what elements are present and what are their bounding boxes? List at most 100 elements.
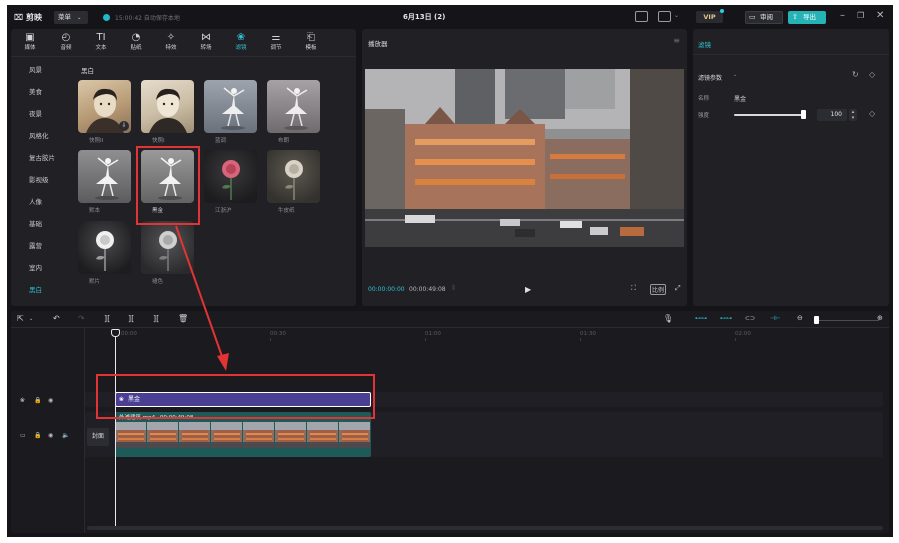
- filter-thumbnail[interactable]: [204, 80, 257, 133]
- preview-axis-icon[interactable]: ⊣⊢: [770, 315, 780, 322]
- expand-icon[interactable]: ⤢: [675, 284, 681, 293]
- fullscreen-fit-icon[interactable]: ⛶: [631, 284, 636, 293]
- trash-icon[interactable]: 🗑: [178, 314, 188, 323]
- filter-label: 快照I: [152, 138, 165, 144]
- download-icon[interactable]: ⇩: [119, 121, 129, 131]
- layout-icon[interactable]: [658, 11, 671, 22]
- tab-transition[interactable]: ⋈ 转场: [189, 32, 223, 56]
- category-item[interactable]: 基础: [29, 218, 42, 228]
- category-item[interactable]: 复古胶片: [29, 152, 55, 162]
- aspect-ratio-button[interactable]: 比例: [650, 284, 667, 295]
- vip-badge[interactable]: VIP: [696, 11, 723, 23]
- eye-icon[interactable]: ◉: [48, 397, 53, 404]
- waveform-icon[interactable]: ⦀: [452, 284, 455, 293]
- lock-icon[interactable]: 🔒: [34, 432, 41, 439]
- filter-thumbnail[interactable]: [78, 150, 131, 203]
- cover-button[interactable]: 封面: [87, 428, 109, 446]
- link-icon[interactable]: ⊂⊃: [745, 315, 755, 322]
- close-icon[interactable]: ✕: [876, 10, 884, 21]
- intensity-stepper[interactable]: ▴ ▾: [849, 109, 857, 121]
- magnet-icon[interactable]: ⊷⊶: [720, 315, 732, 322]
- filter-thumbnail[interactable]: [78, 221, 131, 274]
- tab-adjust[interactable]: ⚌ 调节: [259, 32, 293, 56]
- total-time: 00:00:49:08: [409, 286, 446, 293]
- template-icon: ⎗: [307, 32, 315, 43]
- app-window: ⌧ 剪映 菜单 ⌄ 15:00:42 自动保存本地 6月13日 (2) ⌄ VI…: [7, 5, 893, 537]
- zoom-out-icon[interactable]: ⊖: [797, 314, 803, 322]
- export-button[interactable]: ⇧ 导出: [788, 11, 826, 24]
- filter-thumbnail[interactable]: [267, 150, 320, 203]
- filter-section-title: 黑白: [81, 67, 94, 75]
- tab-sticker[interactable]: ◔ 贴纸: [119, 32, 153, 56]
- project-title[interactable]: 6月13日 (2): [403, 12, 445, 22]
- chevron-down-icon[interactable]: ⌄: [733, 72, 737, 78]
- app-name: 剪映: [26, 13, 43, 22]
- category-item[interactable]: 室内: [29, 262, 42, 272]
- filter-name-value: 黑金: [734, 96, 747, 103]
- tab-label: 调节: [270, 45, 282, 51]
- category-item[interactable]: 夜景: [29, 108, 42, 118]
- redo-icon[interactable]: ↷: [78, 314, 85, 323]
- eye-icon[interactable]: ◉: [48, 432, 53, 439]
- intensity-slider-handle[interactable]: [801, 110, 806, 119]
- review-icon: ▭: [749, 13, 756, 21]
- filter-thumbnail[interactable]: [204, 150, 257, 203]
- tab-template[interactable]: ⎗ 模板: [294, 32, 328, 56]
- intensity-input[interactable]: 100: [817, 109, 847, 121]
- keyboard-icon[interactable]: [635, 11, 648, 22]
- keyframe-icon[interactable]: ◇: [869, 70, 875, 79]
- tab-media[interactable]: ▣ 媒体: [13, 32, 47, 56]
- reset-icon[interactable]: ↻: [852, 70, 859, 79]
- keyframe-icon[interactable]: ◇: [869, 109, 875, 118]
- video-clip-thumbnails: [115, 422, 371, 448]
- track-header-column: [11, 328, 85, 533]
- play-icon[interactable]: ▶: [525, 285, 531, 294]
- split-icon[interactable]: ][: [104, 314, 110, 323]
- delete-right-icon[interactable]: ][: [153, 314, 159, 323]
- chevron-down-icon[interactable]: ⌄: [29, 316, 33, 322]
- tab-filter-properties[interactable]: 滤镜: [698, 39, 711, 49]
- category-item[interactable]: 人像: [29, 196, 42, 206]
- filter-thumbnail[interactable]: [267, 80, 320, 133]
- chevron-down-icon[interactable]: ⌄: [674, 12, 679, 19]
- intensity-slider-track[interactable]: [734, 114, 803, 116]
- menu-icon[interactable]: ≡: [673, 36, 680, 45]
- transition-icon: ⋈: [201, 32, 211, 43]
- zoom-in-icon[interactable]: ⊕: [877, 314, 883, 322]
- delete-left-icon[interactable]: ][: [128, 314, 134, 323]
- filter-thumbnail[interactable]: ⇩: [78, 80, 131, 133]
- ballerina-thumbnail-icon: [284, 87, 308, 130]
- undo-icon[interactable]: ↶: [53, 314, 60, 323]
- category-item-active[interactable]: 黑白: [29, 284, 42, 294]
- speaker-icon[interactable]: 🔈: [62, 432, 69, 439]
- link-main-track-icon[interactable]: ⊷⊶: [695, 315, 707, 322]
- lock-icon[interactable]: 🔒: [34, 397, 41, 404]
- review-button[interactable]: ▭ 审阅: [745, 11, 783, 24]
- filter-track-icon: ❀: [20, 397, 26, 404]
- select-cursor-icon[interactable]: ⇱: [17, 314, 24, 323]
- tab-audio[interactable]: ◴ 音频: [49, 32, 83, 56]
- category-item[interactable]: 风格化: [29, 130, 49, 140]
- tab-effects[interactable]: ✧ 特效: [154, 32, 188, 56]
- ruler-label: 01:30: [580, 331, 596, 337]
- zoom-slider-handle[interactable]: [814, 316, 819, 324]
- effects-icon: ✧: [166, 32, 176, 43]
- category-item[interactable]: 风景: [29, 64, 42, 74]
- maximize-icon[interactable]: ❐: [857, 11, 864, 20]
- playhead-handle[interactable]: [111, 329, 120, 337]
- filter-thumbnail[interactable]: [141, 80, 194, 133]
- category-item[interactable]: 影视级: [29, 174, 49, 184]
- tab-filter[interactable]: ❀ 滤镜: [224, 32, 258, 56]
- category-item[interactable]: 美食: [29, 86, 42, 96]
- player-title: 播放器: [368, 40, 388, 48]
- category-item[interactable]: 露营: [29, 240, 42, 250]
- zoom-slider-track[interactable]: [817, 320, 879, 321]
- microphone-icon[interactable]: 🎙: [663, 314, 673, 323]
- playhead[interactable]: [115, 329, 116, 529]
- app-logo: ⌧ 剪映: [14, 12, 42, 23]
- menu-button[interactable]: 菜单 ⌄: [54, 11, 88, 24]
- minimize-icon[interactable]: –: [840, 10, 845, 21]
- timeline-scrollbar[interactable]: [87, 526, 883, 530]
- tab-text[interactable]: TI 文本: [84, 32, 118, 56]
- filter-thumbnail[interactable]: [141, 221, 194, 274]
